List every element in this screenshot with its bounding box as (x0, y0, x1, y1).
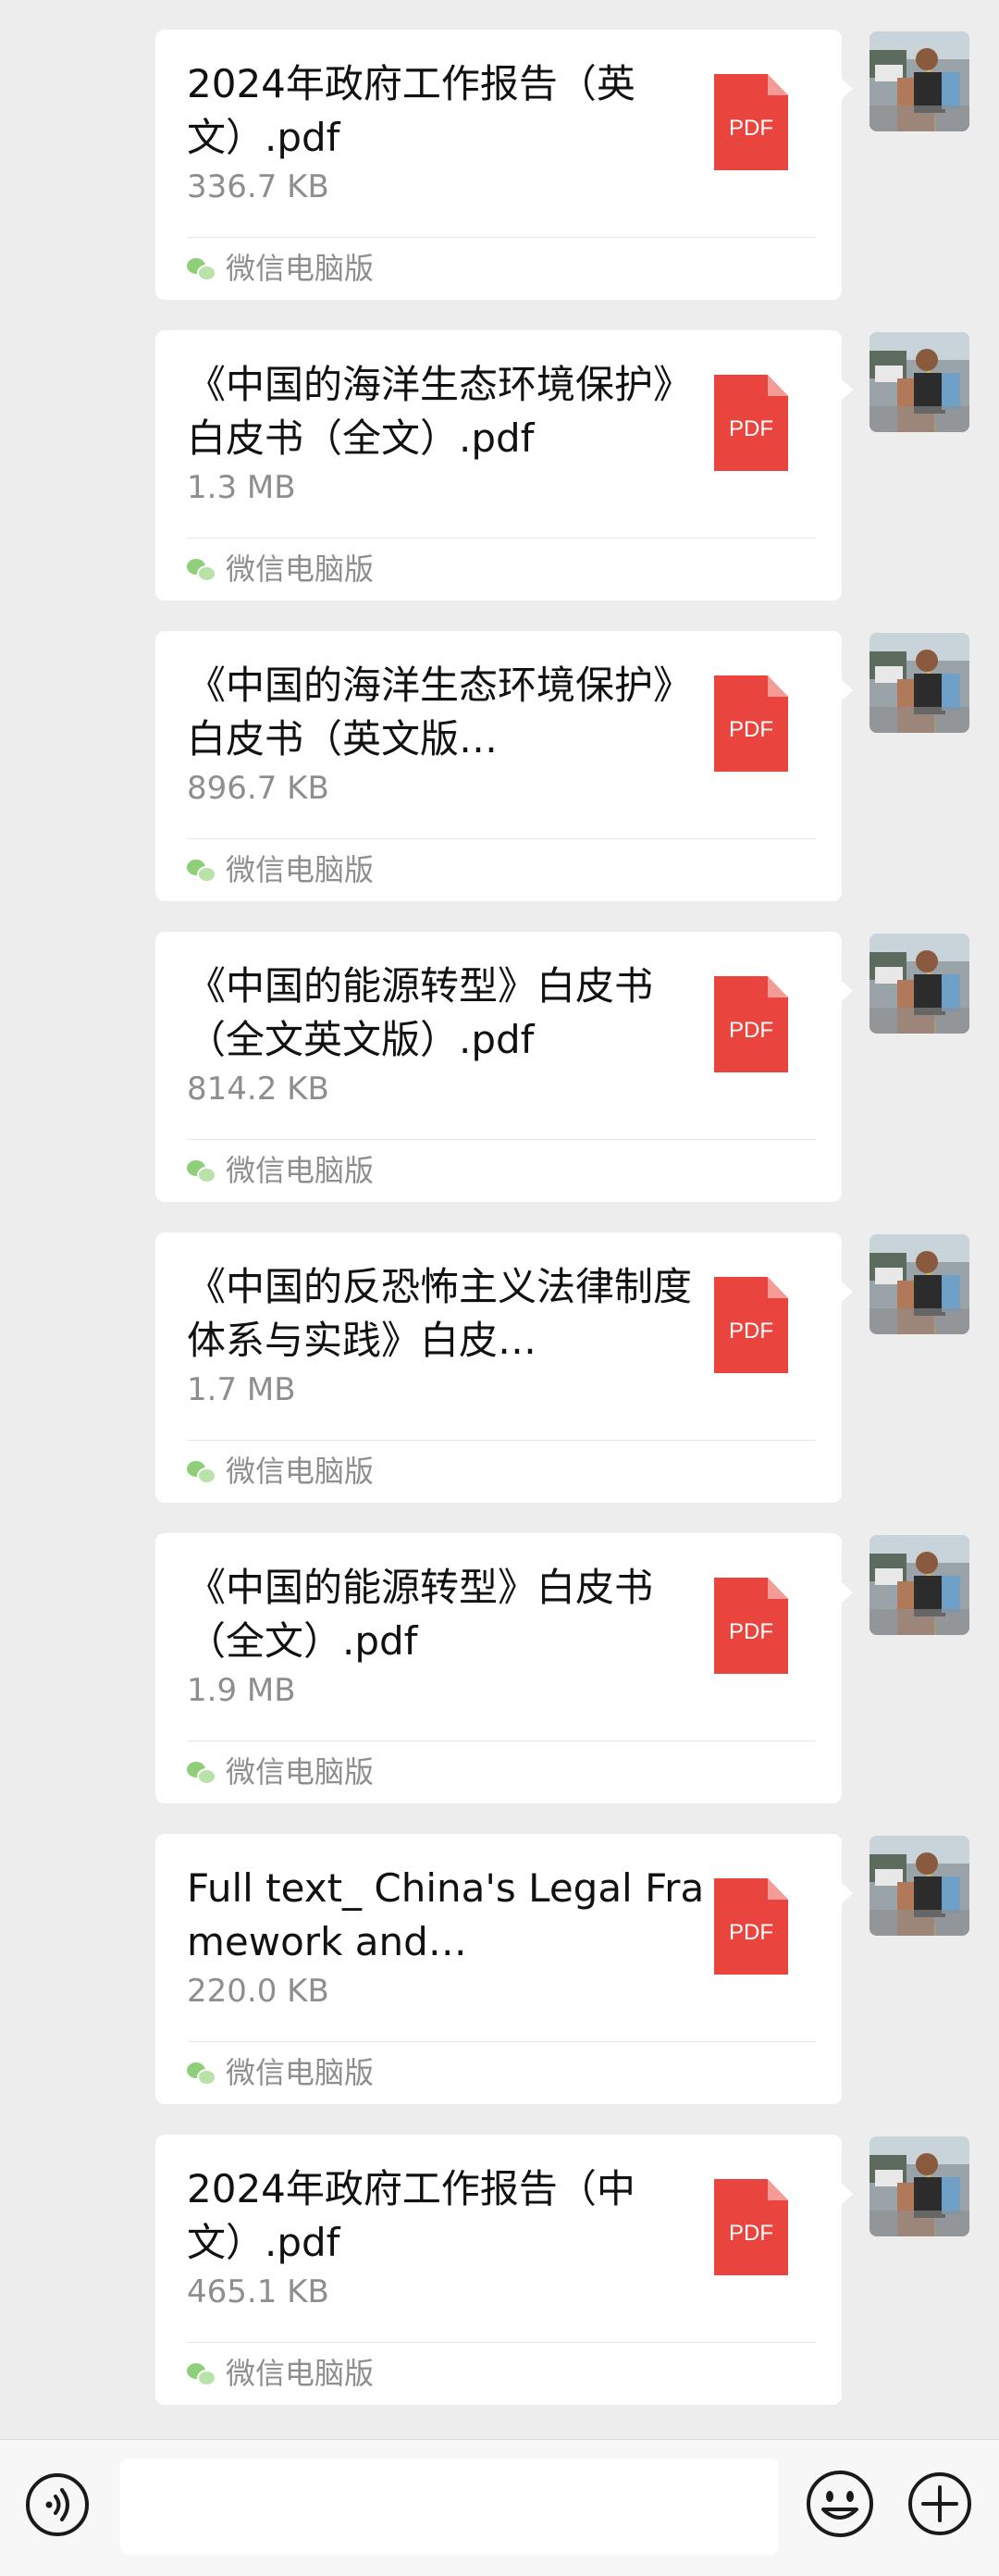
file-size: 1.7 MB (187, 1371, 296, 1408)
source-label: 微信电脑版 (226, 1754, 375, 1790)
chat-message: 《中国的海洋生态环境保护》白皮书（英文版… 896.7 KB PDF 微信电脑版 (0, 631, 999, 901)
source-label: 微信电脑版 (226, 251, 375, 286)
wechat-icon (187, 557, 216, 582)
pdf-file-icon-fold (768, 976, 788, 997)
message-source: 微信电脑版 (187, 1752, 374, 1792)
file-name: 2024年政府工作报告（英文）.pdf (187, 61, 635, 160)
file-name: 《中国的海洋生态环境保护》白皮书（英文版… (187, 663, 693, 762)
file-name: 《中国的能源转型》白皮书（全文）.pdf (187, 1565, 654, 1664)
divider (187, 1740, 816, 1741)
pdf-file-icon-fold (768, 1878, 788, 1900)
avatar[interactable] (870, 1535, 969, 1635)
file-size: 1.9 MB (187, 1672, 296, 1709)
wechat-icon (187, 256, 216, 281)
file-name: 《中国的反恐怖主义法律制度体系与实践》白皮… (187, 1264, 693, 1363)
file-message-card[interactable]: 2024年政府工作报告（中文）.pdf 465.1 KB PDF 微信电脑版 (155, 2135, 853, 2405)
wechat-icon (187, 858, 216, 883)
chat-message-list: 2024年政府工作报告（英文）.pdf 336.7 KB PDF 微信电脑版 《… (0, 0, 999, 2439)
pdf-file-icon-label: PDF (729, 416, 773, 441)
chat-message: 2024年政府工作报告（英文）.pdf 336.7 KB PDF 微信电脑版 (0, 30, 999, 300)
source-label: 微信电脑版 (226, 2356, 375, 2391)
wechat-icon (187, 1158, 216, 1183)
chat-message: 《中国的海洋生态环境保护》白皮书（全文）.pdf 1.3 MB PDF 微信电脑… (0, 330, 999, 601)
message-source: 微信电脑版 (187, 2052, 374, 2093)
source-label: 微信电脑版 (226, 1153, 375, 1188)
message-source: 微信电脑版 (187, 549, 374, 589)
chat-message: 《中国的反恐怖主义法律制度体系与实践》白皮… 1.7 MB PDF 微信电脑版 (0, 1232, 999, 1503)
pdf-file-icon-label: PDF (729, 717, 773, 742)
source-label: 微信电脑版 (226, 852, 375, 887)
message-input[interactable] (120, 2458, 779, 2555)
avatar[interactable] (870, 1836, 969, 1936)
file-size: 814.2 KB (187, 1071, 329, 1108)
file-name: 2024年政府工作报告（中文）.pdf (187, 2166, 635, 2265)
message-source: 微信电脑版 (187, 1451, 374, 1492)
voice-icon[interactable] (25, 2472, 90, 2537)
pdf-file-icon-fold (768, 1277, 788, 1298)
chat-message: 2024年政府工作报告（中文）.pdf 465.1 KB PDF 微信电脑版 (0, 2135, 999, 2405)
emoji-icon[interactable] (805, 2469, 875, 2539)
wechat-icon (187, 2361, 216, 2386)
wechat-icon (187, 1459, 216, 1484)
file-size: 1.3 MB (187, 469, 296, 506)
avatar[interactable] (870, 31, 969, 131)
message-source: 微信电脑版 (187, 1150, 374, 1191)
avatar[interactable] (870, 1234, 969, 1334)
chat-message: 《中国的能源转型》白皮书（全文英文版）.pdf 814.2 KB PDF 微信电… (0, 932, 999, 1202)
source-label: 微信电脑版 (226, 2055, 375, 2090)
file-size: 465.1 KB (187, 2273, 329, 2310)
message-source: 微信电脑版 (187, 849, 374, 890)
divider (187, 538, 816, 539)
pdf-file-icon-label: PDF (729, 2221, 773, 2246)
pdf-file-icon-fold (768, 1578, 788, 1599)
pdf-file-icon-label: PDF (729, 1920, 773, 1945)
plus-icon[interactable] (906, 2471, 973, 2537)
file-message-card[interactable]: 《中国的能源转型》白皮书（全文）.pdf 1.9 MB PDF 微信电脑版 (155, 1533, 853, 1803)
pdf-file-icon-label: PDF (729, 1619, 773, 1644)
chat-message: 《中国的能源转型》白皮书（全文）.pdf 1.9 MB PDF 微信电脑版 (0, 1533, 999, 1803)
avatar[interactable] (870, 332, 969, 432)
file-message-card[interactable]: 《中国的反恐怖主义法律制度体系与实践》白皮… 1.7 MB PDF 微信电脑版 (155, 1232, 853, 1503)
pdf-file-icon-label: PDF (729, 116, 773, 141)
file-message-card[interactable]: 2024年政府工作报告（英文）.pdf 336.7 KB PDF 微信电脑版 (155, 30, 853, 300)
wechat-icon (187, 1760, 216, 1785)
pdf-file-icon-fold (768, 2179, 788, 2200)
message-source: 微信电脑版 (187, 2353, 374, 2394)
avatar[interactable] (870, 633, 969, 733)
file-message-card[interactable]: 《中国的能源转型》白皮书（全文英文版）.pdf 814.2 KB PDF 微信电… (155, 932, 853, 1202)
chat-message: Full text_ China's Legal Framework and… … (0, 1834, 999, 2104)
pdf-file-icon-label: PDF (729, 1319, 773, 1344)
divider (187, 2342, 816, 2343)
divider (187, 838, 816, 839)
file-message-card[interactable]: Full text_ China's Legal Framework and… … (155, 1834, 853, 2104)
file-name: 《中国的能源转型》白皮书（全文英文版）.pdf (187, 963, 654, 1062)
pdf-file-icon-label: PDF (729, 1018, 773, 1043)
chat-input-bar (0, 2439, 999, 2576)
file-name: 《中国的海洋生态环境保护》白皮书（全文）.pdf (187, 362, 693, 461)
file-size: 220.0 KB (187, 1973, 329, 2010)
wechat-icon (187, 2061, 216, 2086)
divider (187, 1440, 816, 1441)
file-size: 336.7 KB (187, 168, 329, 205)
file-size: 896.7 KB (187, 770, 329, 807)
divider (187, 237, 816, 238)
file-message-card[interactable]: 《中国的海洋生态环境保护》白皮书（英文版… 896.7 KB PDF 微信电脑版 (155, 631, 853, 901)
file-name: Full text_ China's Legal Framework and… (187, 1865, 705, 1964)
avatar[interactable] (870, 934, 969, 1034)
divider (187, 2041, 816, 2042)
divider (187, 1139, 816, 1140)
avatar[interactable] (870, 2136, 969, 2236)
source-label: 微信电脑版 (226, 551, 375, 587)
source-label: 微信电脑版 (226, 1454, 375, 1489)
message-source: 微信电脑版 (187, 248, 374, 289)
file-message-card[interactable]: 《中国的海洋生态环境保护》白皮书（全文）.pdf 1.3 MB PDF 微信电脑… (155, 330, 853, 601)
